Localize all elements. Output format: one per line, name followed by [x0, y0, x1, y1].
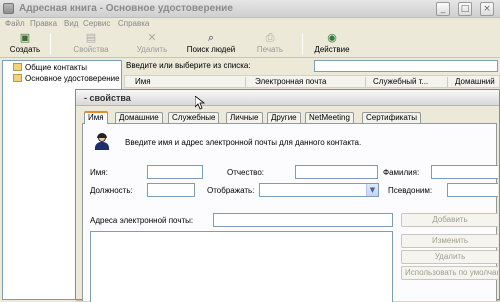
properties-icon: ▤ — [85, 31, 97, 44]
menu-file[interactable]: Файл — [5, 19, 25, 28]
last-name-label: Фамилия: — [383, 168, 420, 177]
column-divider[interactable] — [245, 77, 246, 87]
new-contact-icon: ▣ — [19, 31, 31, 44]
menu-edit[interactable]: Правка — [30, 19, 57, 28]
properties-label: Свойства — [73, 45, 109, 54]
properties-dialog: - свойства Имя Домашние Служебные Личные… — [75, 89, 500, 302]
first-name-label: Имя: — [90, 168, 108, 177]
action-icon: ◉ — [327, 31, 337, 44]
column-divider[interactable] — [447, 77, 448, 87]
tab-strip: Имя Домашние Служебные Личные Другие Net… — [82, 111, 497, 124]
tab-other[interactable]: Другие — [267, 112, 301, 123]
print-label: Печать — [256, 45, 284, 54]
email-address-list[interactable] — [90, 231, 393, 302]
find-people-label: Поиск людей — [186, 45, 236, 54]
folder-icon — [13, 74, 22, 82]
middle-name-field[interactable] — [295, 165, 378, 179]
print-button[interactable]: ⎙ Печать — [248, 31, 292, 57]
search-input[interactable] — [314, 60, 498, 72]
tab-netmeeting[interactable]: NetMeeting — [305, 112, 354, 123]
window-title: Адресная книга - Основное удостоверение — [19, 3, 233, 14]
action-button[interactable]: ◉ Действие — [310, 31, 354, 57]
tree-item-main-identity[interactable]: Основное удостоверение — [13, 74, 120, 85]
toolbar-separator — [302, 33, 303, 55]
column-name[interactable]: Имя — [135, 77, 151, 86]
last-name-field[interactable] — [431, 165, 498, 179]
menu-view[interactable]: Вид — [64, 19, 78, 28]
title-label: Должность: — [90, 186, 133, 195]
find-people-button[interactable]: ⌕ Поиск людей — [182, 31, 240, 57]
contact-avatar-icon — [94, 133, 110, 150]
dialog-title-bar[interactable]: - свойства — [76, 90, 499, 106]
menu-bar: Файл Правка Вид Сервис Справка — [0, 18, 500, 30]
address-book-icon — [3, 3, 14, 14]
menu-tools[interactable]: Сервис — [83, 19, 110, 28]
display-label: Отображать: — [207, 186, 255, 195]
delete-button[interactable]: ✕ Удалить — [128, 31, 176, 57]
tree-item-label: Основное удостоверение — [25, 74, 120, 83]
middle-name-label: Отчество: — [227, 168, 264, 177]
find-people-icon: ⌕ — [207, 31, 215, 44]
column-business-phone[interactable]: Служебный т... — [373, 77, 428, 86]
remove-email-button[interactable]: Удалить — [401, 250, 498, 264]
tree-item-label: Общие контакты — [25, 63, 88, 72]
print-icon: ⎙ — [265, 31, 275, 44]
first-name-field[interactable] — [147, 165, 203, 179]
avatar-hair — [97, 133, 107, 138]
new-contact-button[interactable]: ▣ Создать — [4, 31, 46, 57]
list-header: Имя Электронная почта Служебный т... Дом… — [124, 75, 500, 88]
tab-business[interactable]: Служебные — [168, 112, 220, 123]
nickname-label: Псевдоним: — [388, 186, 433, 195]
delete-label: Удалить — [136, 45, 168, 54]
tab-certificates[interactable]: Сертификаты — [362, 112, 422, 123]
maximize-button[interactable]: □ — [458, 2, 472, 16]
folder-icon — [13, 63, 22, 71]
intro-text: Введите имя и адрес электронной почты дл… — [125, 138, 362, 147]
title-field[interactable] — [147, 183, 195, 197]
toolbar: ▣ Создать ▤ Свойства ✕ Удалить ⌕ Поиск л… — [0, 30, 500, 58]
set-default-button[interactable]: Использовать по умолчанию — [401, 266, 498, 280]
tree-item-shared-contacts[interactable]: Общие контакты — [13, 63, 87, 74]
search-label: Введите или выберите из списка: — [126, 61, 251, 70]
avatar-body — [95, 142, 109, 150]
email-label: Адреса электронной почты: — [90, 216, 194, 225]
toolbar-separator — [50, 33, 51, 55]
column-divider[interactable] — [365, 77, 366, 87]
action-label: Действие — [314, 45, 350, 54]
new-contact-label: Создать — [9, 45, 41, 54]
email-field[interactable] — [213, 213, 393, 227]
column-email[interactable]: Электронная почта — [255, 77, 326, 86]
display-select[interactable]: ▼ — [259, 183, 379, 197]
tab-panel-name: Введите имя и адрес электронной почты дл… — [82, 123, 498, 302]
tab-name[interactable]: Имя — [84, 111, 108, 124]
title-bar: Адресная книга - Основное удостоверение … — [0, 0, 500, 18]
properties-button[interactable]: ▤ Свойства — [66, 31, 116, 57]
tab-personal[interactable]: Личные — [226, 112, 263, 123]
add-email-button[interactable]: Добавить — [401, 213, 498, 227]
nickname-field[interactable] — [447, 183, 498, 197]
chevron-down-icon[interactable]: ▼ — [366, 184, 378, 196]
close-button[interactable]: × — [480, 2, 494, 16]
column-home-phone[interactable]: Домашний — [455, 77, 495, 86]
delete-icon: ✕ — [147, 31, 157, 44]
menu-help[interactable]: Справка — [118, 19, 149, 28]
tab-home[interactable]: Домашние — [115, 112, 163, 123]
mouse-cursor-icon — [195, 96, 205, 110]
edit-email-button[interactable]: Изменить — [401, 234, 498, 248]
minimize-button[interactable]: _ — [436, 2, 450, 16]
dialog-title: - свойства — [84, 93, 131, 103]
